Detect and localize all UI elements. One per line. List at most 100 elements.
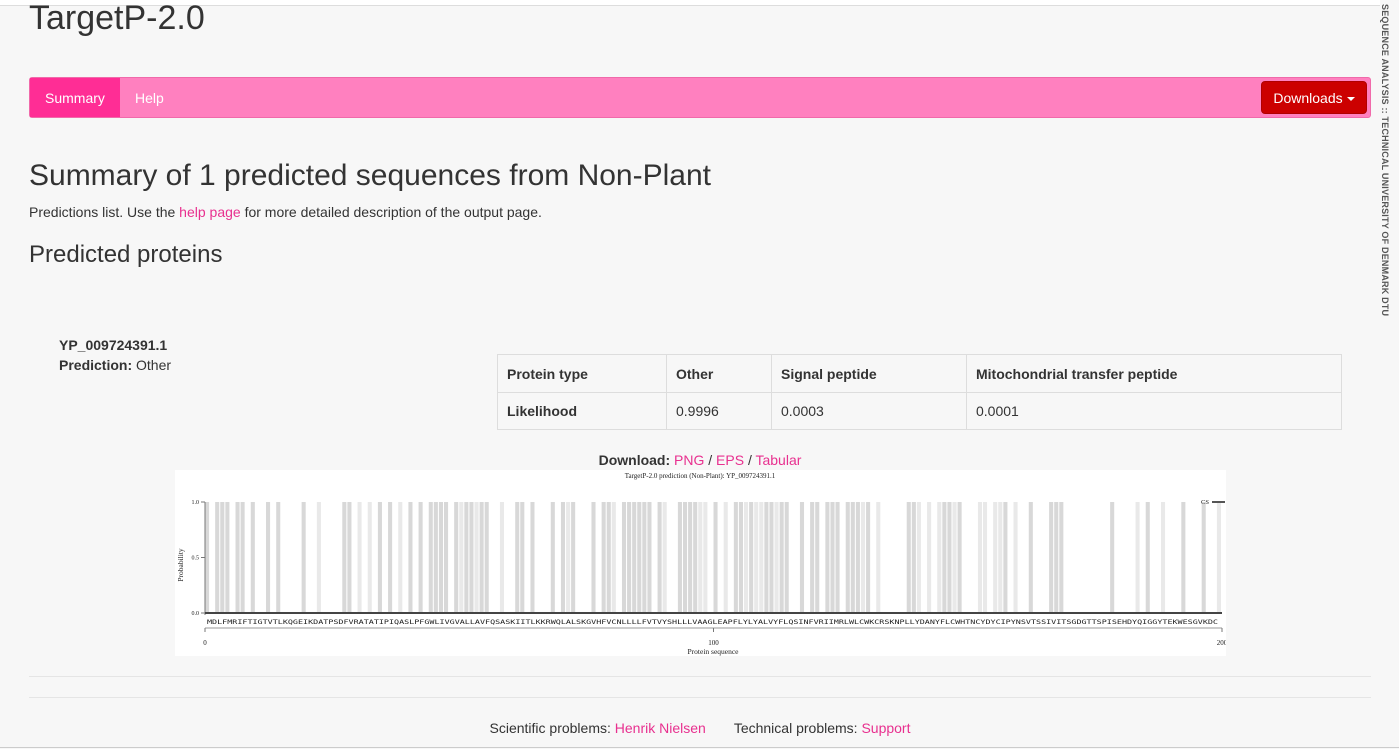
table-cell: 0.0001 (966, 392, 1342, 430)
table-header: Other (666, 354, 772, 393)
downloads-button[interactable]: Downloads (1261, 81, 1367, 114)
y-tick-label: 0.5 (192, 556, 200, 562)
prediction-plot-svg: 0.0 0.5 1.0 0 100 200 MDLFMRIFTIGTVTLKQGEIKDAT… (176, 472, 1226, 656)
probability-band (367, 502, 372, 613)
help-page-link[interactable]: help page (179, 204, 241, 220)
table-header: Signal peptide (771, 354, 967, 393)
probability-band (520, 502, 525, 613)
downloads-button-label: Downloads (1273, 90, 1343, 106)
probability-band (815, 502, 820, 613)
probability-band (1110, 502, 1115, 613)
probability-band (764, 502, 769, 613)
probability-band (621, 502, 627, 613)
probability-band (916, 502, 921, 613)
probability-band (1160, 502, 1166, 613)
dtu-side-banner[interactable]: SEQUENCE ANALYSIS :: TECHNICAL UNIVERSIT… (1378, 4, 1392, 344)
probability-band (250, 502, 255, 613)
probability-band (566, 502, 571, 613)
probability-band (693, 502, 698, 613)
probability-band (927, 502, 932, 613)
probability-band (550, 502, 555, 613)
probability-band (637, 502, 642, 613)
probability-band (530, 502, 535, 613)
probability-band (469, 502, 474, 613)
download-png-link[interactable]: PNG (674, 452, 704, 468)
table-row: Likelihood 0.9996 0.0003 0.0001 (497, 392, 1342, 430)
app-title: TargetP-2.0 (29, 0, 205, 37)
protein-prediction: Prediction: Other (59, 357, 171, 373)
probability-band (1216, 502, 1221, 613)
download-eps-link[interactable]: EPS (716, 452, 744, 468)
probability-band (744, 502, 749, 613)
download-sep: / (747, 452, 752, 468)
likelihood-table: Protein type Other Signal peptide Mitoch… (497, 354, 1342, 430)
prediction-label: Prediction: (59, 357, 133, 373)
probability-band (662, 502, 667, 613)
table-cell: 0.0003 (771, 392, 967, 430)
probability-band (205, 502, 210, 613)
probability-band (611, 502, 616, 613)
table-header-row: Protein type Other Signal peptide Mitoch… (497, 354, 1342, 393)
x-tick-label: 100 (708, 639, 719, 647)
probability-band (738, 502, 743, 613)
download-sep: / (708, 452, 713, 468)
probability-band (444, 502, 449, 613)
y-tick-label: 1.0 (192, 500, 200, 506)
probability-band (418, 502, 423, 613)
probability-band (769, 502, 774, 613)
probability-band (357, 502, 362, 613)
probability-band (235, 502, 240, 613)
support-link[interactable]: Support (861, 720, 910, 736)
probability-band (1201, 502, 1206, 613)
probability-band (398, 502, 403, 613)
probability-band (942, 502, 947, 613)
probability-band (606, 502, 611, 613)
probability-band (316, 502, 321, 613)
y-tick-label: 0.0 (192, 611, 200, 617)
y-axis-label: Probability (176, 548, 185, 582)
probability-band (860, 502, 866, 613)
probability-band (754, 502, 759, 613)
probability-band (627, 502, 632, 613)
caret-down-icon (1346, 97, 1355, 102)
tab-summary[interactable]: Summary (30, 78, 120, 117)
probability-band (835, 502, 840, 613)
probability-band (1013, 502, 1018, 613)
table-header: Protein type (497, 354, 667, 393)
probability-band (1181, 502, 1186, 613)
download-tabular-link[interactable]: Tabular (755, 452, 801, 468)
probability-band (438, 502, 443, 613)
probability-band (911, 502, 916, 613)
section-heading: Predicted proteins (29, 241, 223, 268)
probability-band (1054, 502, 1059, 613)
probability-band (876, 502, 881, 613)
prediction-value: Other (136, 357, 172, 373)
prediction-plot[interactable]: 0.0 0.5 1.0 0 100 200 MDLFMRIFTIGTVTLKQGEIKDAT… (175, 470, 1226, 656)
probability-band (957, 502, 962, 613)
probability-band (1059, 502, 1064, 613)
henrik-nielsen-link[interactable]: Henrik Nielsen (615, 720, 706, 736)
probability-band (952, 502, 957, 613)
divider (29, 676, 1371, 677)
probability-band (642, 502, 647, 613)
probability-band (825, 502, 830, 613)
probability-band (682, 502, 688, 613)
probability-band (377, 502, 382, 613)
top-border (0, 0, 1380, 6)
scientific-problems-label: Scientific problems: (489, 720, 611, 736)
probability-band (479, 502, 484, 613)
probability-band (388, 502, 393, 613)
probability-band (998, 502, 1003, 613)
download-label: Download: (598, 452, 671, 468)
intro-text: Predictions list. Use the help page for … (29, 204, 542, 221)
probability-band (560, 502, 566, 613)
x-tick-label: 0 (203, 639, 207, 647)
probability-band (723, 502, 728, 613)
protein-id: YP_009724391.1 (59, 337, 168, 353)
probability-band (749, 502, 754, 613)
probability-band (845, 502, 850, 613)
bottom-border (0, 747, 1399, 748)
probability-band (464, 502, 469, 613)
probability-band (220, 502, 225, 613)
tab-help[interactable]: Help (120, 78, 179, 117)
